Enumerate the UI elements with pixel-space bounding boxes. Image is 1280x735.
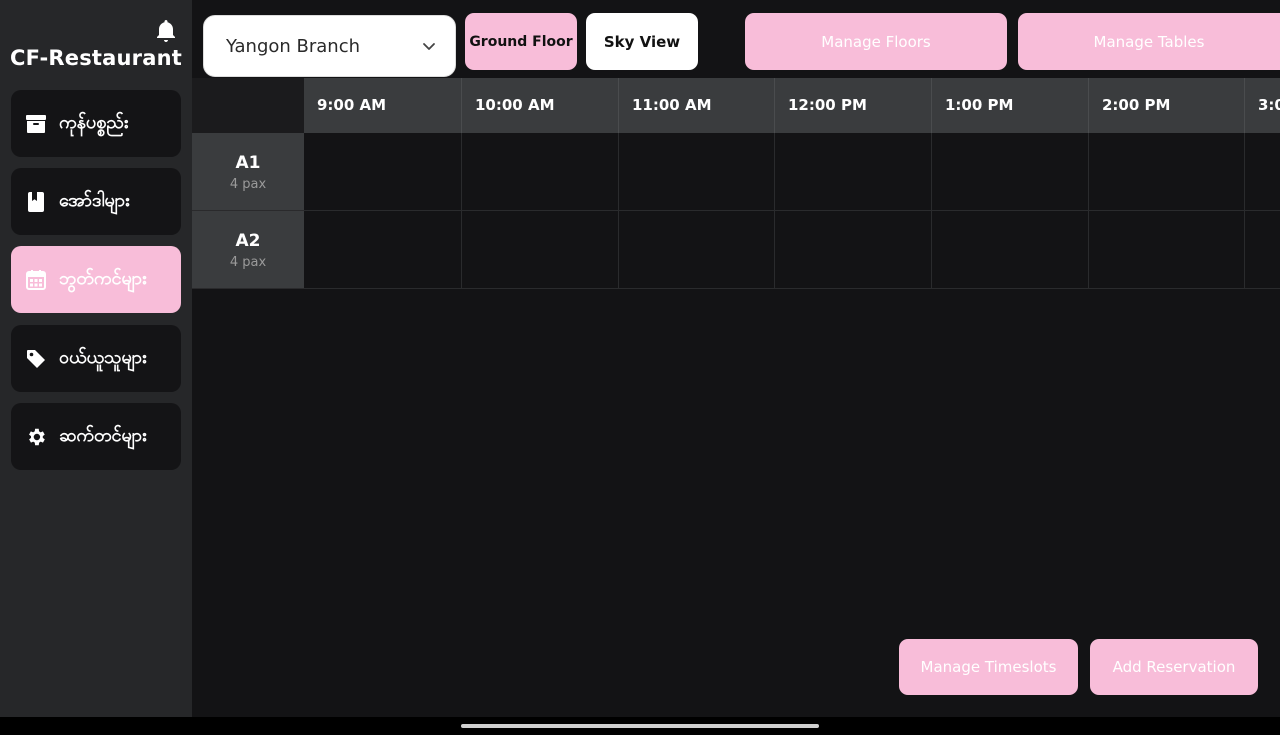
sidebar-item-label: ဆက်တင်များ	[59, 425, 147, 446]
home-gesture-handle[interactable]	[461, 724, 819, 728]
timeslot-cell[interactable]	[774, 211, 931, 288]
timeslot-cell[interactable]	[304, 133, 461, 210]
timeslot-cell[interactable]	[461, 211, 618, 288]
manage-tables-button[interactable]: Manage Tables	[1018, 13, 1280, 70]
branch-select-value: Yangon Branch	[226, 35, 361, 57]
timeslot-cell[interactable]	[1244, 211, 1280, 288]
table-name: A1	[235, 153, 261, 173]
archive-icon	[25, 113, 47, 135]
sidebar: CF-Restaurant ကုန်ပစ္စည်း အော်ဒါများ ဘွတ…	[0, 0, 192, 717]
time-column-header: 3:0	[1244, 78, 1280, 133]
timeslot-cell[interactable]	[1088, 133, 1245, 210]
grid-corner	[192, 78, 304, 133]
sidebar-item-orders[interactable]: အော်ဒါများ	[11, 168, 181, 235]
timeline-header: 9:00 AM 10:00 AM 11:00 AM 12:00 PM 1:00 …	[304, 78, 1280, 133]
table-pax: 4 pax	[229, 255, 267, 270]
system-nav-bar	[0, 717, 1280, 735]
tag-icon	[25, 348, 47, 370]
table-pax: 4 pax	[229, 177, 267, 192]
branch-select[interactable]: Yangon Branch	[203, 15, 456, 77]
add-reservation-button[interactable]: Add Reservation	[1090, 639, 1258, 695]
timeslot-cell[interactable]	[1244, 133, 1280, 210]
timeslot-cell[interactable]	[618, 133, 775, 210]
calendar-icon	[25, 269, 47, 291]
table-name: A2	[235, 231, 261, 251]
timeslot-cell[interactable]	[618, 211, 775, 288]
sidebar-item-bookings[interactable]: ဘွတ်ကင်များ	[11, 246, 181, 313]
timeslot-cell[interactable]	[774, 133, 931, 210]
sidebar-item-label: အော်ဒါများ	[59, 190, 130, 211]
table-row-label: A1 4 pax	[192, 133, 304, 211]
manage-floors-button[interactable]: Manage Floors	[745, 13, 1007, 70]
timeslot-cell[interactable]	[304, 211, 461, 288]
bell-icon[interactable]	[154, 18, 178, 44]
sidebar-item-settings[interactable]: ဆက်တင်များ	[11, 403, 181, 470]
timeslot-cell[interactable]	[1088, 211, 1245, 288]
ground-floor-button[interactable]: Ground Floor	[465, 13, 577, 70]
time-column-header: 9:00 AM	[317, 96, 387, 114]
time-column-header: 2:00 PM	[1088, 78, 1245, 133]
time-column-header: 10:00 AM	[461, 78, 618, 133]
timeslot-cell[interactable]	[931, 211, 1088, 288]
chevron-down-icon	[421, 38, 437, 54]
sidebar-item-label: ကုန်ပစ္စည်း	[59, 112, 129, 133]
timeslot-cell[interactable]	[931, 133, 1088, 210]
time-column-header: 12:00 PM	[774, 78, 931, 133]
sidebar-item-label: ဝယ်ယူသူများ	[59, 347, 147, 368]
sidebar-item-label: ဘွတ်ကင်များ	[59, 268, 147, 289]
table-row-label: A2 4 pax	[192, 211, 304, 289]
table-row	[304, 133, 1280, 211]
sidebar-item-customers[interactable]: ဝယ်ယူသူများ	[11, 325, 181, 392]
app-title: CF-Restaurant	[9, 46, 182, 70]
manage-timeslots-button[interactable]: Manage Timeslots	[899, 639, 1078, 695]
sky-view-button[interactable]: Sky View	[586, 13, 698, 70]
time-column-header: 11:00 AM	[618, 78, 775, 133]
book-icon	[25, 191, 47, 213]
gear-icon	[25, 426, 47, 448]
sidebar-item-products[interactable]: ကုန်ပစ္စည်း	[11, 90, 181, 157]
table-row	[304, 211, 1280, 289]
app-root: CF-Restaurant ကုန်ပစ္စည်း အော်ဒါများ ဘွတ…	[0, 0, 1280, 735]
time-column-header: 1:00 PM	[931, 78, 1088, 133]
timeslot-cell[interactable]	[461, 133, 618, 210]
